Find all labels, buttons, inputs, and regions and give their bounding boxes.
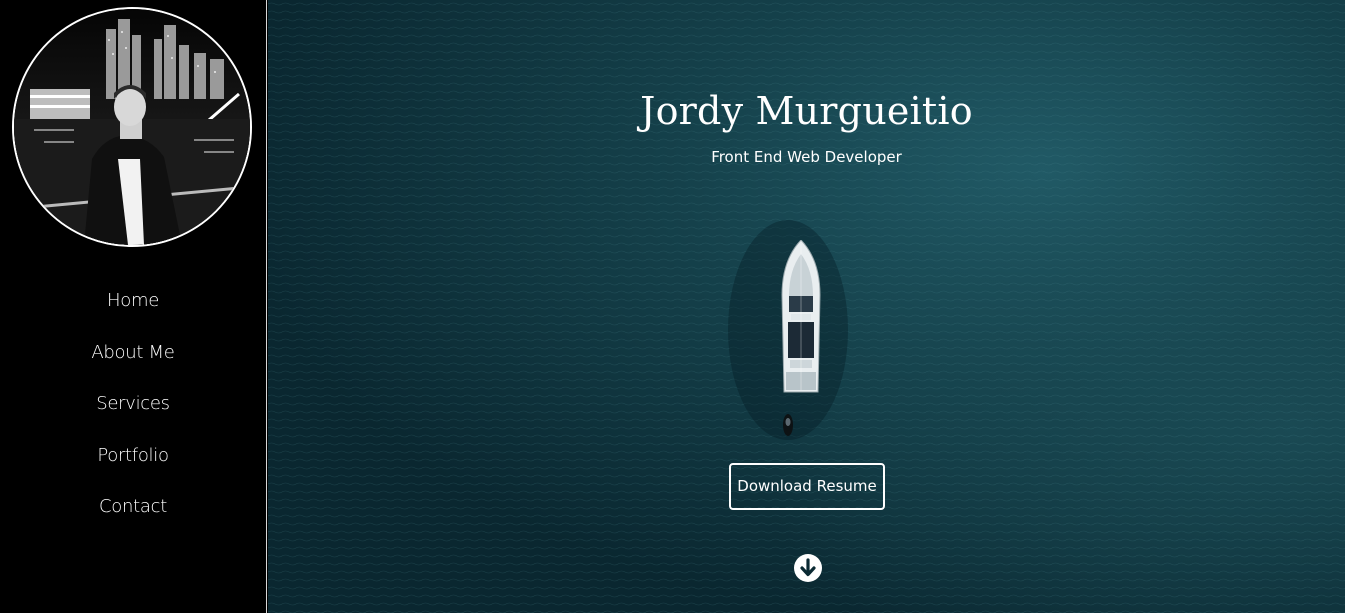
avatar-photo — [14, 9, 250, 245]
yacht-image — [781, 240, 821, 393]
arrow-down-circle-icon[interactable] — [794, 554, 822, 582]
nav-link-services[interactable]: Services — [96, 393, 170, 414]
dinghy-image — [783, 414, 793, 436]
sidebar: Home About Me Services Portfolio Contact — [0, 0, 267, 613]
nav-link-portfolio[interactable]: Portfolio — [97, 445, 169, 466]
nav-item-services: Services — [0, 385, 266, 437]
nav-menu: Home About Me Services Portfolio Contact — [0, 282, 266, 540]
nav-link-contact[interactable]: Contact — [99, 496, 167, 517]
nav-item-portfolio: Portfolio — [0, 437, 266, 489]
avatar — [12, 7, 252, 247]
download-resume-button[interactable]: Download Resume — [729, 463, 885, 510]
hero-title: Jordy Murgueitio — [640, 89, 973, 133]
nav-link-home[interactable]: Home — [107, 290, 159, 311]
page: Home About Me Services Portfolio Contact — [0, 0, 1345, 613]
nav-link-about[interactable]: About Me — [91, 342, 174, 363]
nav-item-contact: Contact — [0, 488, 266, 540]
nav-item-home: Home — [0, 282, 266, 334]
nav-item-about: About Me — [0, 334, 266, 386]
hero-section: Jordy Murgueitio Front End Web Developer… — [268, 0, 1345, 613]
hero-subtitle: Front End Web Developer — [711, 148, 902, 166]
